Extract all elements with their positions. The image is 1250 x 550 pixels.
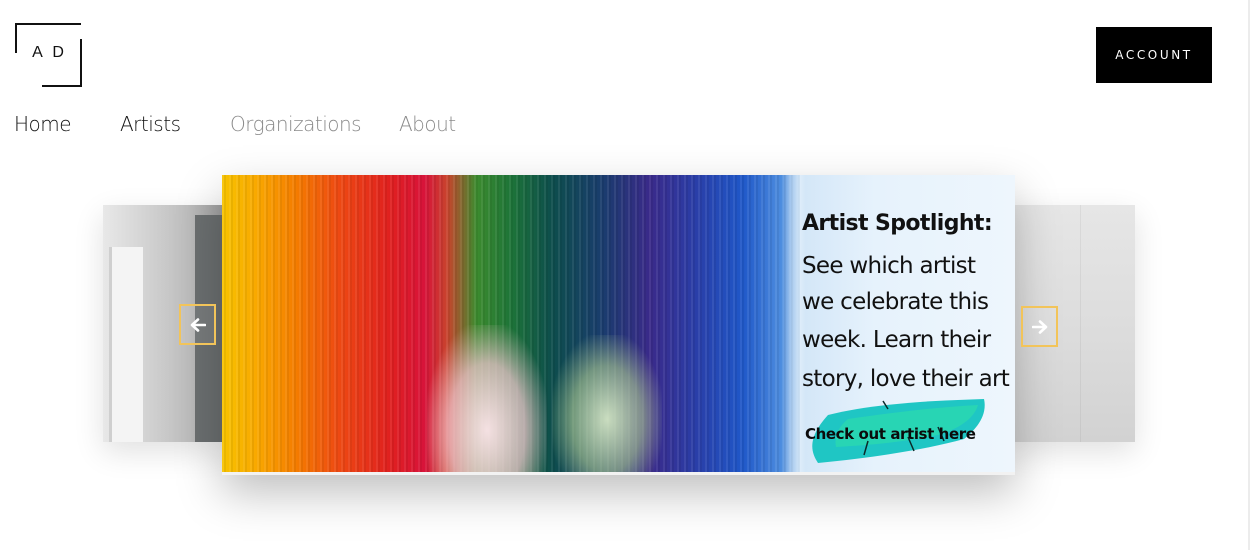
paint-wash <box>427 325 547 472</box>
nav-item-about[interactable]: About <box>399 110 456 138</box>
carousel-next-button[interactable] <box>1021 306 1058 347</box>
arrow-left-icon <box>190 317 206 332</box>
carousel-prev-button[interactable] <box>179 304 216 345</box>
nav-item-home[interactable]: Home <box>14 110 72 138</box>
spotlight-cta-link[interactable]: Check out artist here <box>805 425 976 443</box>
logo-text: A D <box>32 44 67 61</box>
paint-wash <box>552 335 662 472</box>
spotlight-text-line: we celebrate this <box>802 289 989 315</box>
spotlight-text-line: week. Learn their <box>802 327 991 353</box>
arrow-right-icon <box>1031 319 1047 334</box>
spotlight-text-line: See which artist <box>802 253 976 279</box>
nav-item-artists[interactable]: Artists <box>120 110 181 138</box>
carousel-active-slide[interactable]: Artist Spotlight: See which artist we ce… <box>222 175 1015 475</box>
gallery-frame-image <box>109 247 143 442</box>
spotlight-text-line: story, love their art <box>802 366 1010 392</box>
spotlight-title: Artist Spotlight: <box>802 211 993 236</box>
account-button[interactable]: ACCOUNT <box>1096 27 1212 83</box>
nav-item-organizations[interactable]: Organizations <box>230 110 362 138</box>
wall-texture <box>1080 205 1081 442</box>
site-logo[interactable]: A D <box>15 23 82 87</box>
